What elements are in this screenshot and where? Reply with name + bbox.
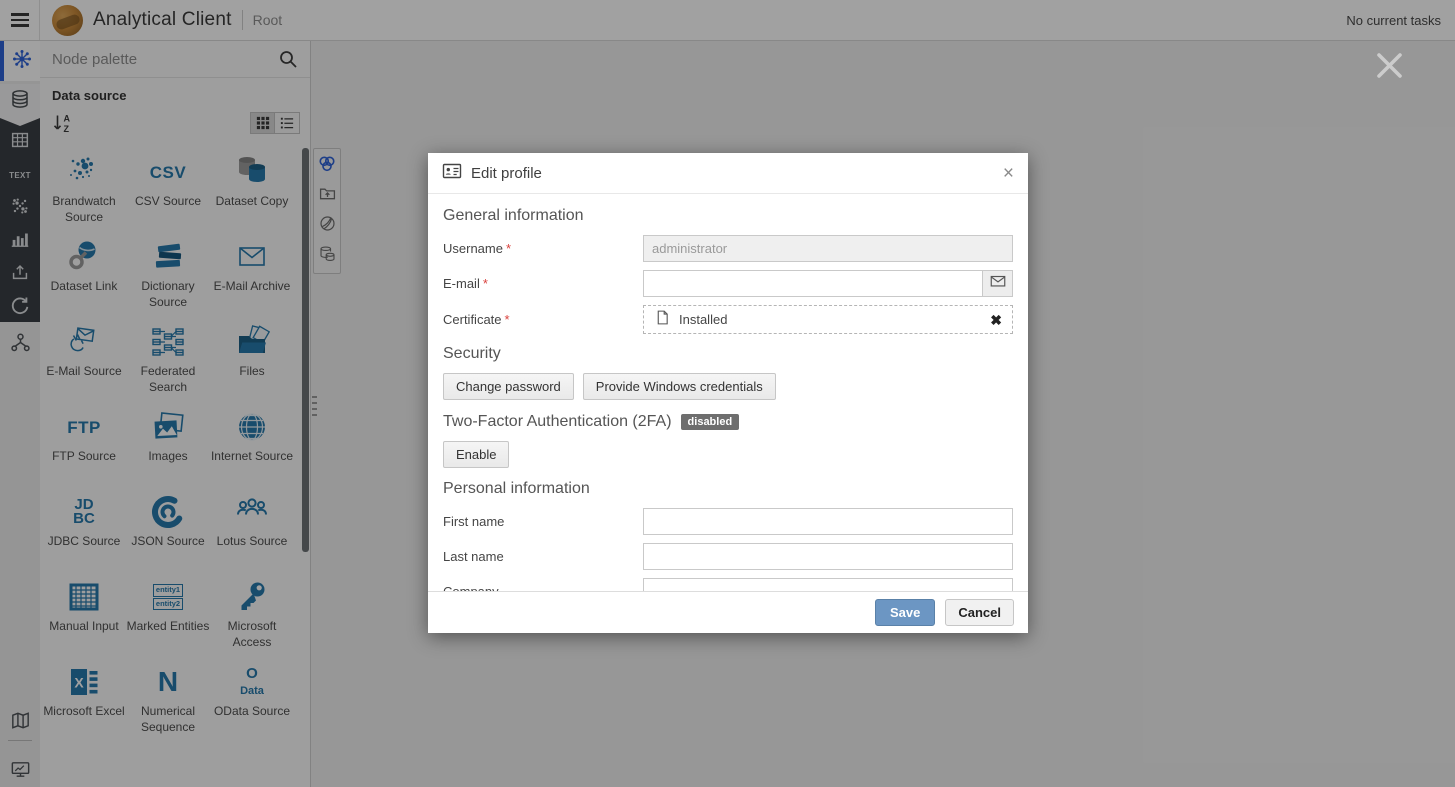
email-label: E-mail* [443, 276, 643, 291]
company-row: Company [443, 578, 1013, 591]
company-input[interactable] [643, 578, 1013, 591]
dialog-title: Edit profile [471, 165, 542, 182]
required-asterisk: * [505, 312, 510, 327]
username-input[interactable] [643, 235, 1013, 262]
dialog-body: General information Username* E-mail* Ce… [428, 194, 1028, 591]
required-asterisk: * [506, 241, 511, 256]
edit-profile-dialog: Edit profile × General information Usern… [428, 153, 1028, 633]
provide-windows-credentials-button[interactable]: Provide Windows credentials [583, 373, 776, 400]
company-label: Company [443, 584, 643, 591]
certificate-label: Certificate* [443, 312, 643, 327]
last-name-label: Last name [443, 549, 643, 564]
section-general-information: General information [443, 207, 1013, 225]
save-button[interactable]: Save [875, 599, 935, 626]
dialog-footer: Save Cancel [428, 591, 1028, 633]
required-asterisk: * [483, 276, 488, 291]
certificate-remove-button[interactable]: ✖ [990, 313, 1002, 327]
first-name-row: First name [443, 508, 1013, 535]
send-verification-button[interactable] [983, 270, 1013, 297]
dialog-header: Edit profile × [428, 153, 1028, 194]
workspace-close-button[interactable] [1372, 48, 1407, 83]
section-personal-information: Personal information [443, 480, 1013, 498]
section-security: Security [443, 345, 1013, 363]
certificate-status: Installed [679, 312, 727, 327]
twofa-buttons-row: Enable [443, 441, 1013, 468]
email-input[interactable] [643, 270, 983, 297]
twofa-label: Two-Factor Authentication (2FA) [443, 413, 672, 431]
certificate-dropzone[interactable]: Installed ✖ [643, 305, 1013, 334]
username-label: Username* [443, 241, 643, 256]
last-name-input[interactable] [643, 543, 1013, 570]
dialog-close-button[interactable]: × [1003, 164, 1014, 183]
profile-card-icon [442, 161, 462, 186]
email-row: E-mail* [443, 270, 1013, 297]
security-buttons-row: Change password Provide Windows credenti… [443, 373, 1013, 400]
envelope-icon [989, 272, 1007, 295]
twofa-heading-row: Two-Factor Authentication (2FA) disabled [443, 413, 1013, 431]
twofa-status-badge: disabled [681, 414, 740, 430]
certificate-row: Certificate* Installed ✖ [443, 305, 1013, 334]
username-row: Username* [443, 235, 1013, 262]
enable-2fa-button[interactable]: Enable [443, 441, 509, 468]
certificate-file-icon [654, 309, 671, 331]
last-name-row: Last name [443, 543, 1013, 570]
cancel-button[interactable]: Cancel [945, 599, 1014, 626]
first-name-label: First name [443, 514, 643, 529]
change-password-button[interactable]: Change password [443, 373, 574, 400]
first-name-input[interactable] [643, 508, 1013, 535]
